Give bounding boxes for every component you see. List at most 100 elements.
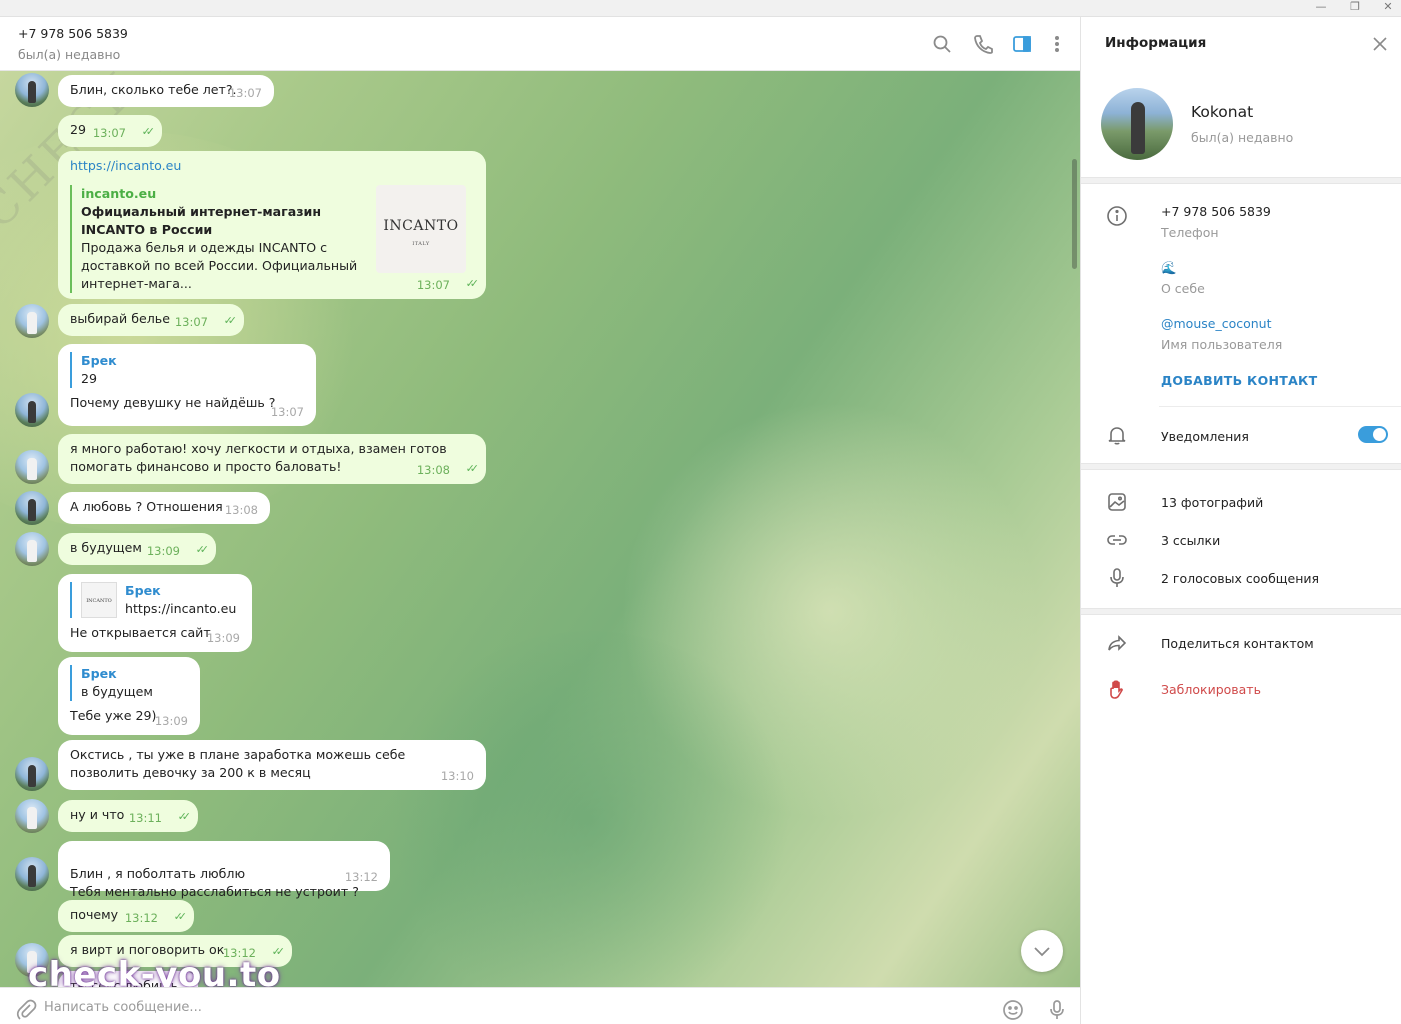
message-text: 29 <box>70 122 87 137</box>
avatar[interactable] <box>15 532 49 566</box>
read-check-icon: ✓✓ <box>141 125 156 138</box>
minimize-button[interactable]: — <box>1306 0 1336 16</box>
message-time: 13:08 <box>416 463 450 477</box>
reply-author: Брек <box>81 666 117 681</box>
avatar[interactable] <box>15 450 49 484</box>
link-preview-logo-sub: ITALY <box>412 241 430 247</box>
reply-author: Брек <box>125 583 161 598</box>
message-bubble[interactable]: Брек 29 Почему девушку не найдёшь ? 13:0… <box>58 344 316 426</box>
avatar[interactable] <box>15 73 49 107</box>
message-bubble[interactable]: https://incanto.eu incanto.eu Официальны… <box>58 151 486 299</box>
section-divider <box>1081 463 1401 470</box>
section-divider <box>1159 406 1401 407</box>
links-count[interactable]: 3 ссылки <box>1161 533 1220 548</box>
message-time: 13:09 <box>146 544 180 558</box>
window-titlebar: — ❐ ✕ <box>0 0 1401 17</box>
notifications-toggle[interactable] <box>1358 426 1388 443</box>
more-menu-icon[interactable] <box>1044 31 1070 57</box>
avatar[interactable] <box>15 799 49 833</box>
message-bubble[interactable]: Окстись , ты уже в плане заработка можеш… <box>58 740 486 790</box>
message-bubble[interactable]: 29 13:07 ✓✓ <box>58 115 162 147</box>
avatar[interactable] <box>15 304 49 338</box>
info-panel: Информация Kokonat был(а) недавно +7 978… <box>1080 17 1401 1024</box>
message-bubble[interactable]: я много работаю! хочу легкости и отдыха,… <box>58 434 486 484</box>
message-bubble[interactable]: выбирай белье 13:07 ✓✓ <box>58 304 244 336</box>
message-bubble[interactable]: ну и что 13:11 ✓✓ <box>58 800 198 832</box>
message-text: Окстись , ты уже в плане заработка можеш… <box>70 747 406 780</box>
chat-header[interactable]: +7 978 506 5839 был(а) недавно <box>0 17 1080 71</box>
microphone-icon[interactable] <box>1045 998 1069 1022</box>
message-text: Блин , я поболтать люблю Тебя ментально … <box>70 866 359 899</box>
read-check-icon: ✓✓ <box>177 810 192 823</box>
message-bubble[interactable]: А любовь ? Отношения 13:08 <box>58 492 270 524</box>
message-time: 13:12 <box>344 870 378 884</box>
photos-count[interactable]: 13 фотографий <box>1161 495 1263 510</box>
sidebar-toggle-icon[interactable] <box>1009 31 1035 57</box>
message-text: Не открывается сайт <box>70 625 211 640</box>
phone-icon[interactable] <box>970 31 996 57</box>
bell-icon <box>1105 423 1129 447</box>
info-icon <box>1105 204 1129 228</box>
scroll-to-bottom-button[interactable] <box>1021 930 1063 972</box>
restore-button[interactable]: ❐ <box>1340 0 1370 16</box>
avatar[interactable] <box>15 757 49 791</box>
avatar[interactable] <box>15 393 49 427</box>
message-time: 13:12 <box>124 911 158 925</box>
message-bubble[interactable]: Блин , я поболтать люблю Тебя ментально … <box>58 841 390 899</box>
message-bubble[interactable]: в будущем 13:09 ✓✓ <box>58 533 216 565</box>
bio-label: О себе <box>1161 281 1205 296</box>
link-icon <box>1105 528 1129 552</box>
message-bubble[interactable]: Блин, сколько тебе лет?. 13:07 <box>58 75 274 107</box>
notifications-label: Уведомления <box>1161 429 1249 444</box>
chat-history[interactable]: CHECK YOU ME Блин, сколько тебе лет?. 13… <box>0 71 1080 987</box>
chat-scrollbar[interactable] <box>1072 159 1077 269</box>
search-icon[interactable] <box>929 31 955 57</box>
profile-avatar[interactable] <box>1101 88 1173 160</box>
share-contact-button[interactable]: Поделиться контактом <box>1161 636 1314 651</box>
message-text: Тебе уже 29) <box>70 708 157 723</box>
voice-count[interactable]: 2 голосовых сообщения <box>1161 571 1319 586</box>
link-preview[interactable]: incanto.eu Официальный интернет-магазин … <box>70 185 474 293</box>
photo-icon <box>1105 490 1129 514</box>
message-text: ну и что <box>70 807 125 822</box>
message-time: 13:07 <box>416 278 450 292</box>
avatar[interactable] <box>15 491 49 525</box>
attach-icon[interactable] <box>14 998 38 1022</box>
phone-value[interactable]: +7 978 506 5839 <box>1161 204 1271 219</box>
profile-name: Kokonat <box>1191 103 1254 121</box>
username-value[interactable]: @mouse_coconut <box>1161 316 1272 331</box>
message-input[interactable] <box>44 996 944 1018</box>
read-check-icon: ✓✓ <box>465 277 480 290</box>
avatar[interactable] <box>15 857 49 891</box>
link-preview-logo: INCANTO <box>383 218 459 234</box>
message-time: 13:07 <box>92 126 126 140</box>
message-time: 13:09 <box>154 714 188 728</box>
add-contact-button[interactable]: ДОБАВИТЬ КОНТАКТ <box>1161 373 1317 388</box>
reply-text: 29 <box>81 371 98 386</box>
chat-title[interactable]: +7 978 506 5839 <box>18 26 128 41</box>
emoji-icon[interactable] <box>1001 998 1025 1022</box>
bio-value[interactable]: 🌊 <box>1161 260 1177 276</box>
message-bubble[interactable]: Брек в будущем Тебе уже 29) 13:09 <box>58 657 200 735</box>
message-bubble[interactable]: почему 13:12 ✓✓ <box>58 900 194 932</box>
message-time: 13:11 <box>128 811 162 825</box>
reply-quote[interactable]: INCANTO Брек https://incanto.eu <box>70 582 240 618</box>
message-text: я много работаю! хочу легкости и отдыха,… <box>70 441 447 474</box>
close-window-button[interactable]: ✕ <box>1373 0 1401 16</box>
message-text: Блин, сколько тебе лет?. <box>70 82 237 97</box>
message-link[interactable]: https://incanto.eu <box>70 157 474 175</box>
reply-quote[interactable]: Брек 29 <box>70 352 304 388</box>
wallpaper-glow <box>380 631 800 987</box>
message-text: в будущем <box>70 540 142 555</box>
message-time: 13:07 <box>174 315 208 329</box>
message-bubble[interactable]: INCANTO Брек https://incanto.eu Не откры… <box>58 574 252 652</box>
block-button[interactable]: Заблокировать <box>1161 682 1261 697</box>
section-divider <box>1081 177 1401 184</box>
message-time: 13:07 <box>270 405 304 419</box>
close-icon[interactable] <box>1369 33 1391 55</box>
section-divider <box>1081 608 1401 615</box>
profile-status: был(а) недавно <box>1191 130 1294 145</box>
reply-quote[interactable]: Брек в будущем <box>70 665 188 701</box>
phone-label: Телефон <box>1161 225 1219 240</box>
block-hand-icon <box>1105 677 1129 701</box>
